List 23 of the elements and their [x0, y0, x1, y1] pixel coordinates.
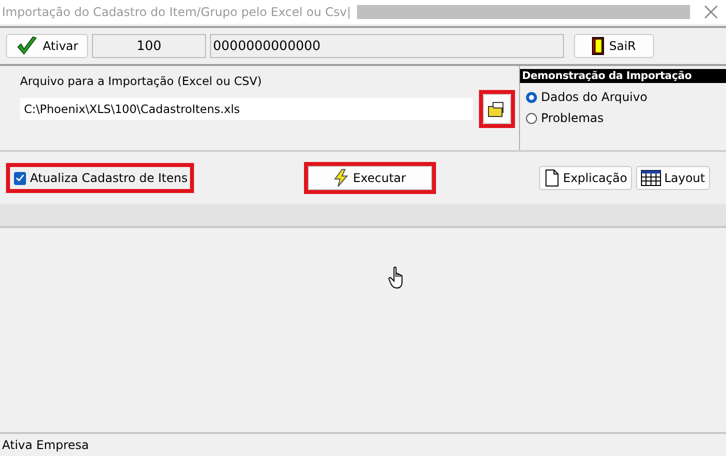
execute-button[interactable]: Executar	[308, 166, 432, 190]
checkmark-icon	[15, 173, 25, 183]
section-heading: Demonstração da Importação	[520, 69, 726, 83]
activate-button[interactable]: Ativar	[6, 34, 88, 58]
table-icon	[641, 170, 662, 186]
status-bar-text: Ativa Empresa	[1, 437, 90, 454]
code-field: 100	[92, 34, 206, 58]
folder-icon	[488, 102, 506, 116]
radio-option[interactable]: Problemas	[520, 104, 726, 125]
update-checkbox[interactable]: Atualiza Cadastro de Itens	[14, 171, 186, 185]
radio-option[interactable]: Dados do Arquivo	[520, 83, 726, 104]
layout-button[interactable]: Layout	[636, 166, 710, 190]
window-title: Importação do Cadastro do Item/Grupo pelo Excel ou Csv|	[2, 5, 351, 19]
check-icon	[16, 36, 38, 56]
door-icon	[592, 37, 604, 55]
file-path-field[interactable]: C:\Phoenix\XLS\100\CadastroItens.xls	[20, 98, 473, 120]
explanation-button[interactable]: Explicação	[538, 166, 632, 190]
file-label: Arquivo para a Importação (Excel ou CSV)	[20, 74, 263, 88]
lightning-icon	[334, 169, 348, 187]
close-icon[interactable]	[704, 5, 718, 19]
number-field: 0000000000000	[210, 34, 564, 58]
document-icon	[544, 169, 560, 187]
exit-button[interactable]: SaiR	[574, 34, 654, 58]
